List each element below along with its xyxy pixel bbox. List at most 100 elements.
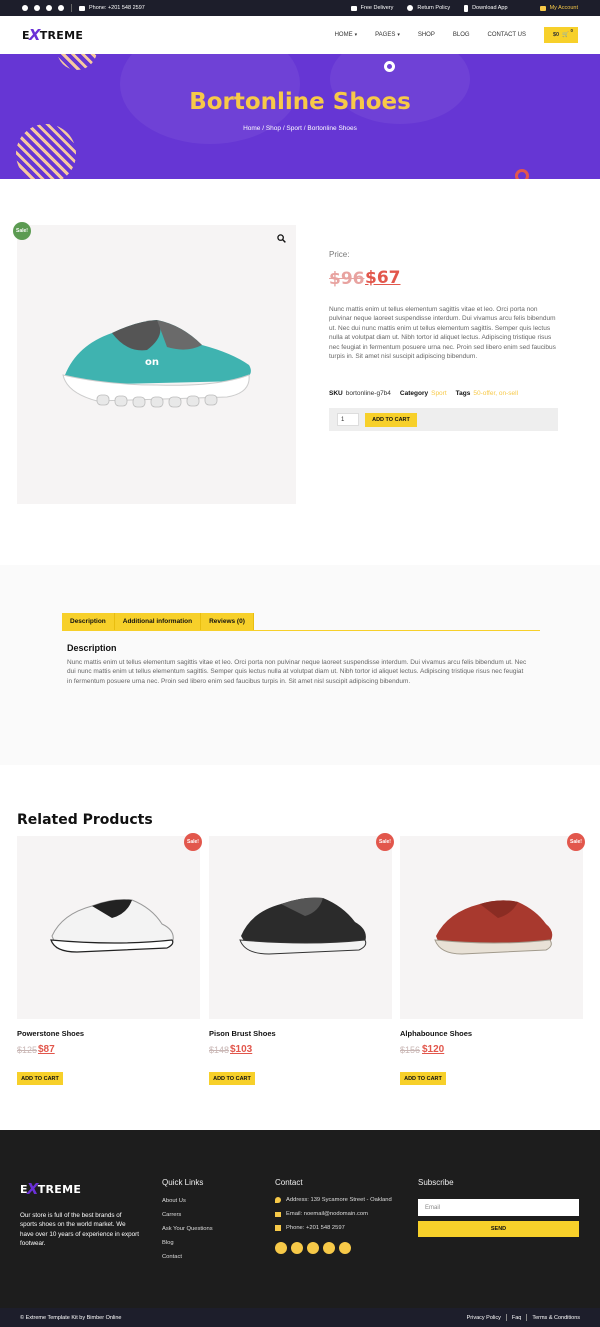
related-old-price: $156 [400, 1045, 421, 1055]
description-body: Nunc mattis enim ut tellus elementum sag… [67, 659, 527, 685]
truck-icon [350, 5, 357, 11]
related-products-heading: Related Products [17, 812, 153, 828]
tags-link[interactable]: 50-offer, on-sell [473, 390, 518, 397]
return-policy-link[interactable]: Return Policy [407, 5, 450, 11]
dribbble-icon[interactable] [323, 1242, 335, 1254]
related-sale-price: $103 [230, 1044, 253, 1055]
my-account-label: My Account [549, 5, 578, 11]
twitter-icon[interactable] [307, 1242, 319, 1254]
download-app-link[interactable]: Download App [464, 4, 508, 12]
add-to-cart-button[interactable]: ADD TO CART [209, 1072, 255, 1085]
tab-reviews[interactable]: Reviews (0) [201, 613, 254, 630]
top-bar: Phone: +201 548 2597 Free Delivery Retur… [0, 0, 600, 16]
footer-link-about[interactable]: About Us [162, 1198, 186, 1204]
sku-label: SKU [329, 390, 343, 397]
free-delivery-link[interactable]: Free Delivery [350, 5, 394, 11]
related-product-name[interactable]: Pison Brust Shoes [209, 1029, 276, 1038]
zoom-icon[interactable] [277, 234, 286, 243]
email-text: Email: noemail@nodomain.com [286, 1211, 368, 1217]
twitter-icon[interactable] [34, 5, 40, 11]
related-product-image[interactable] [400, 836, 583, 1019]
related-product-image[interactable] [17, 836, 200, 1019]
product-tabs: Description Additional information Revie… [62, 613, 254, 630]
page-title: Bortonline Shoes [189, 89, 411, 115]
page-hero: Bortonline Shoes Home / Shop / Sport / B… [0, 54, 600, 179]
decorative-stripe-circle [16, 124, 76, 179]
breadcrumb[interactable]: Home / Shop / Sport / Bortonline Shoes [0, 125, 600, 132]
instagram-icon[interactable] [291, 1242, 303, 1254]
privacy-policy-link[interactable]: Privacy Policy [467, 1315, 501, 1321]
facebook-icon[interactable] [275, 1242, 287, 1254]
nav-blog[interactable]: BLOG [453, 32, 470, 38]
svg-text:on: on [145, 357, 159, 368]
nav-contact[interactable]: CONTACT US [488, 32, 526, 38]
phone-text: Phone: +201 548 2597 [89, 5, 145, 11]
decorative-ring [515, 169, 529, 179]
tags-label: Tags [455, 390, 471, 397]
cart-total: $0 [553, 32, 560, 38]
free-delivery-label: Free Delivery [360, 5, 394, 11]
shoe-illustration: on [62, 320, 251, 408]
product-image[interactable]: on [17, 225, 296, 504]
tab-description[interactable]: Description [62, 613, 115, 630]
subscribe-email-input[interactable]: Email [418, 1199, 579, 1216]
category-link[interactable]: Sport [431, 390, 447, 397]
my-account-link[interactable]: My Account [539, 5, 578, 11]
divider [71, 4, 72, 12]
site-header: E X TREME HOME ▾ PAGES ▾ SHOP BLOG CONTACT… [0, 16, 600, 54]
related-product-image[interactable] [209, 836, 392, 1019]
footer-link-blog[interactable]: Blog [162, 1240, 174, 1246]
footer-link-contact[interactable]: Contact [162, 1254, 182, 1260]
sale-badge: Sale! [13, 222, 31, 240]
tab-additional-information[interactable]: Additional information [114, 613, 202, 630]
old-price: $96 [329, 269, 365, 289]
quick-links-heading: Quick Links [162, 1178, 204, 1187]
youtube-icon[interactable] [46, 5, 52, 11]
footer-link-carrers[interactable]: Carrers [162, 1212, 181, 1218]
phone-text: Phone: +201 548 2597 [286, 1225, 345, 1231]
site-logo[interactable]: E X TREME [22, 26, 83, 44]
footer-link-questions[interactable]: Ask Your Questions [162, 1226, 213, 1232]
footer-social-links [275, 1242, 351, 1254]
dribbble-icon[interactable] [58, 5, 64, 11]
cart-button[interactable]: $0 🛒 0 [544, 27, 578, 43]
add-to-cart-button[interactable]: ADD TO CART [365, 412, 417, 427]
shoe-illustration [50, 899, 174, 953]
faq-link[interactable]: Faq [512, 1315, 521, 1321]
product-short-description: Nunc mattis enim ut tellus elementum sag… [329, 306, 556, 361]
category-label: Category [399, 390, 429, 397]
add-to-cart-button[interactable]: ADD TO CART [17, 1072, 63, 1085]
sale-badge: Sale! [184, 833, 202, 851]
shoe-illustration [434, 900, 553, 955]
behance-icon[interactable] [339, 1242, 351, 1254]
footer-address: Address: 139 Sycamore Street - Oakland [275, 1197, 392, 1203]
terms-link[interactable]: Terms & Conditions [532, 1315, 580, 1321]
shoe-illustration [239, 897, 367, 955]
sku-value: bortonline-g7b4 [345, 390, 391, 397]
related-product-name[interactable]: Alphabounce Shoes [400, 1029, 472, 1038]
send-button[interactable]: SEND [418, 1221, 579, 1237]
map-pin-icon [275, 1197, 281, 1203]
cart-icon: 🛒 [562, 32, 569, 38]
sale-price: $67 [365, 268, 401, 288]
sale-badge: Sale! [567, 833, 585, 851]
chevron-down-icon: ▾ [397, 32, 400, 38]
decorative-stripe-circle [57, 54, 97, 70]
description-heading: Description [67, 643, 117, 653]
add-to-cart-button[interactable]: ADD TO CART [400, 1072, 446, 1085]
decorative-ring [384, 61, 395, 72]
facebook-icon[interactable] [22, 5, 28, 11]
add-to-cart-form: 1 ADD TO CART [329, 408, 558, 431]
quantity-input[interactable]: 1 [337, 413, 359, 426]
footer-email: Email: noemail@nodomain.com [275, 1211, 368, 1217]
nav-shop[interactable]: SHOP [418, 32, 435, 38]
address-text: Address: 139 Sycamore Street - Oakland [286, 1197, 392, 1203]
nav-home[interactable]: HOME [335, 32, 353, 38]
user-icon [539, 5, 546, 11]
topbar-phone: Phone: +201 548 2597 [79, 5, 145, 11]
related-product-name[interactable]: Powerstone Shoes [17, 1029, 84, 1038]
footer-logo[interactable]: E X TREME [20, 1180, 81, 1198]
nav-pages[interactable]: PAGES [375, 32, 395, 38]
related-old-price: $148 [209, 1045, 230, 1055]
footer-phone: Phone: +201 548 2597 [275, 1225, 345, 1231]
